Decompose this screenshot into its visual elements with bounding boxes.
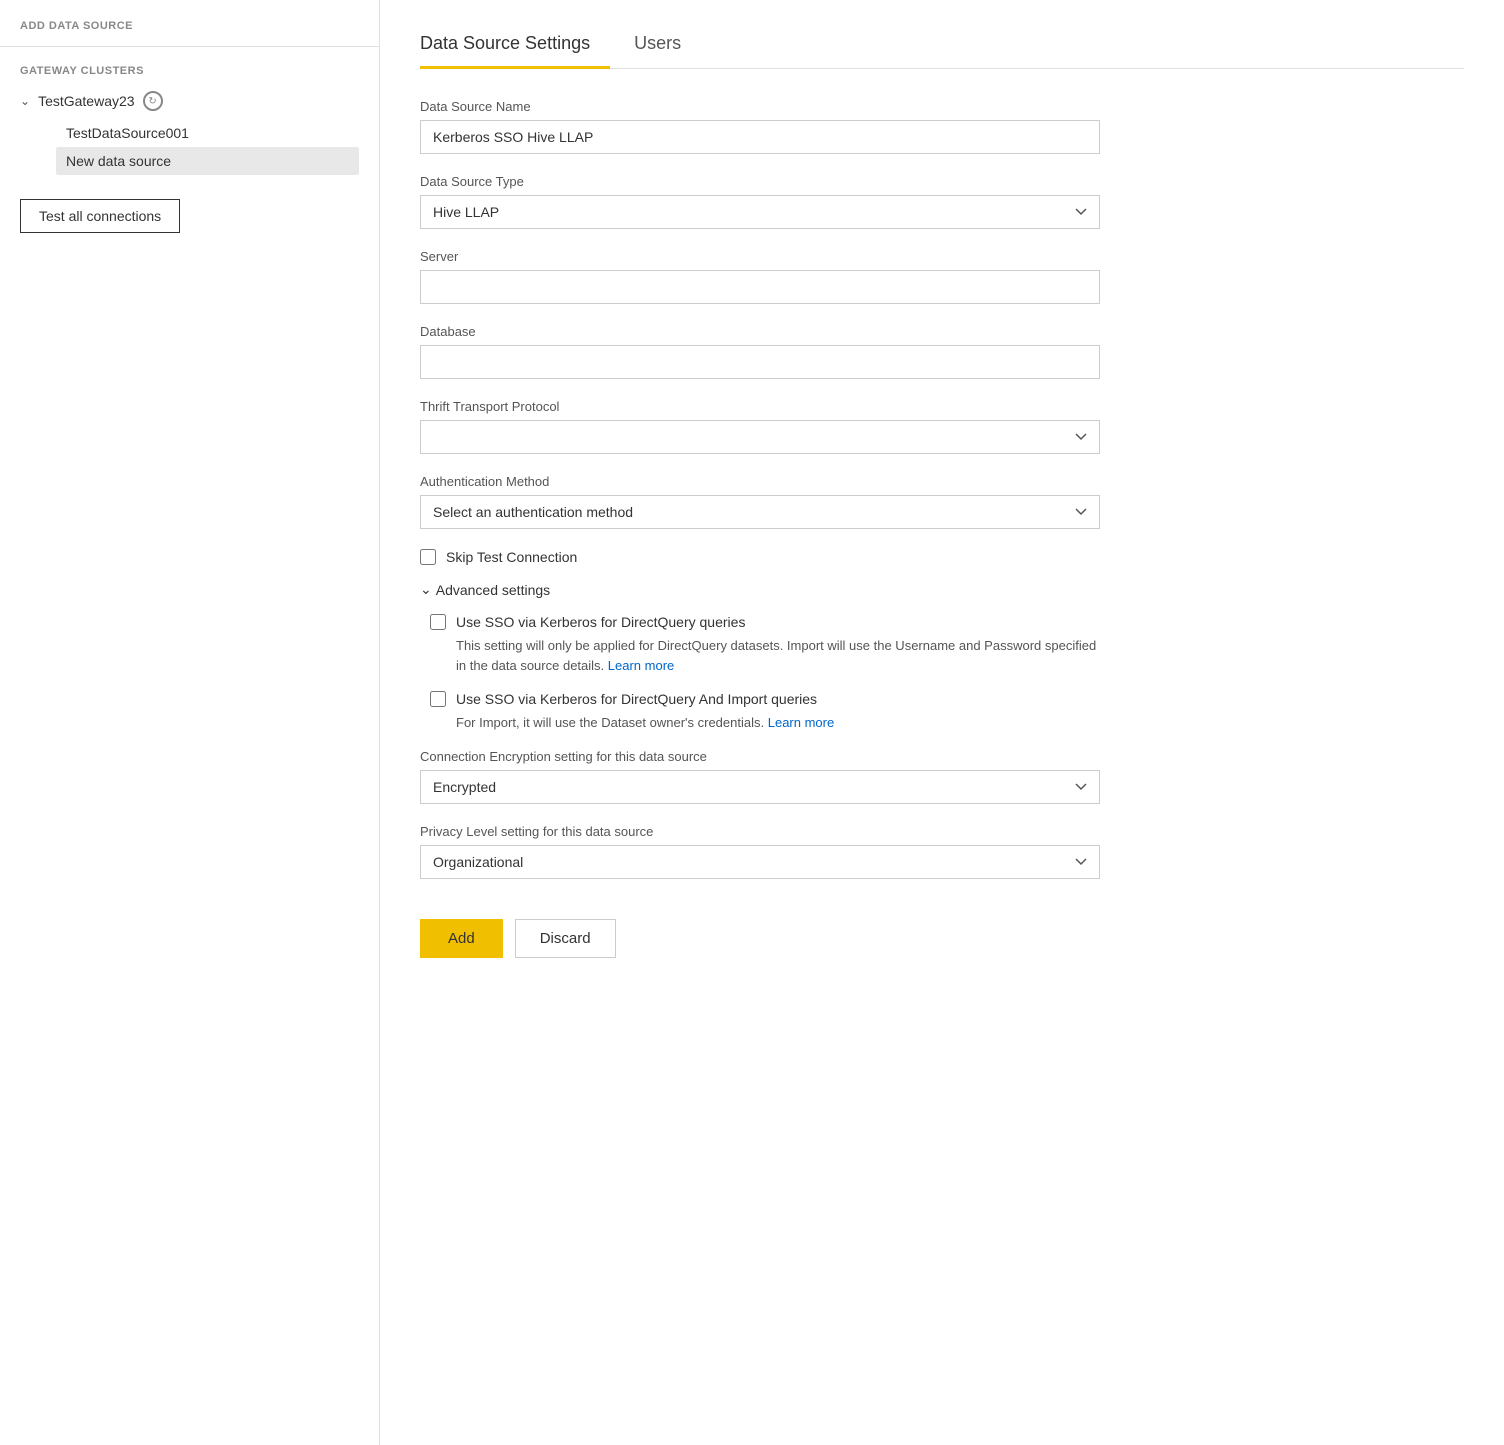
- datasource-type-label: Data Source Type: [420, 174, 1100, 189]
- sso-kerberos-directquery-checkbox[interactable]: [430, 614, 446, 630]
- datasource-name-input[interactable]: [420, 120, 1100, 154]
- gateway-clusters-label: GATEWAY CLUSTERS: [20, 65, 359, 77]
- tab-users[interactable]: Users: [634, 21, 701, 69]
- auth-method-label: Authentication Method: [420, 474, 1100, 489]
- gateway-item[interactable]: ⌄ TestGateway23 ↻: [20, 87, 359, 115]
- database-group: Database: [420, 324, 1100, 379]
- sso-kerberos-directquery-label: Use SSO via Kerberos for DirectQuery que…: [456, 614, 745, 630]
- gateway-name: TestGateway23: [38, 93, 135, 109]
- sidebar-header: ADD DATA SOURCE: [0, 20, 379, 47]
- sso-directquery-row: Use SSO via Kerberos for DirectQuery que…: [430, 614, 1100, 630]
- add-button[interactable]: Add: [420, 919, 503, 958]
- thrift-select[interactable]: [420, 420, 1100, 454]
- tabs: Data Source Settings Users: [420, 20, 1464, 69]
- privacy-level-label: Privacy Level setting for this data sour…: [420, 824, 1100, 839]
- sso-kerberos-import-checkbox[interactable]: [430, 691, 446, 707]
- auth-method-select[interactable]: Select an authentication method: [420, 495, 1100, 529]
- connection-encryption-select[interactable]: Encrypted: [420, 770, 1100, 804]
- skip-test-checkbox[interactable]: [420, 549, 436, 565]
- tab-data-source-settings[interactable]: Data Source Settings: [420, 21, 610, 69]
- datasource-name-group: Data Source Name: [420, 99, 1100, 154]
- auth-method-group: Authentication Method Select an authenti…: [420, 474, 1100, 529]
- discard-button[interactable]: Discard: [515, 919, 616, 958]
- datasource-list: TestDataSource001 New data source: [20, 119, 359, 175]
- advanced-settings-toggle[interactable]: ⌄ Advanced settings: [420, 581, 1100, 598]
- skip-test-row: Skip Test Connection: [420, 549, 1100, 565]
- connection-encryption-group: Connection Encryption setting for this d…: [420, 749, 1100, 804]
- sso-import-row: Use SSO via Kerberos for DirectQuery And…: [430, 691, 1100, 707]
- thrift-group: Thrift Transport Protocol: [420, 399, 1100, 454]
- sso-directquery-option: Use SSO via Kerberos for DirectQuery que…: [430, 614, 1100, 675]
- sso-kerberos-directquery-desc: This setting will only be applied for Di…: [430, 636, 1100, 675]
- gateway-status-icon: ↻: [143, 91, 163, 111]
- sso-kerberos-directquery-link[interactable]: Learn more: [608, 658, 674, 673]
- datasource-item-0[interactable]: TestDataSource001: [56, 119, 359, 147]
- datasource-name-label: Data Source Name: [420, 99, 1100, 114]
- privacy-level-select[interactable]: Organizational: [420, 845, 1100, 879]
- sso-kerberos-import-label: Use SSO via Kerberos for DirectQuery And…: [456, 691, 817, 707]
- datasource-type-group: Data Source Type Hive LLAP: [420, 174, 1100, 229]
- privacy-level-group: Privacy Level setting for this data sour…: [420, 824, 1100, 879]
- connection-encryption-label: Connection Encryption setting for this d…: [420, 749, 1100, 764]
- sso-import-option: Use SSO via Kerberos for DirectQuery And…: [430, 691, 1100, 733]
- server-input[interactable]: [420, 270, 1100, 304]
- datasource-item-1[interactable]: New data source: [56, 147, 359, 175]
- thrift-label: Thrift Transport Protocol: [420, 399, 1100, 414]
- sidebar: ADD DATA SOURCE GATEWAY CLUSTERS ⌄ TestG…: [0, 0, 380, 1445]
- server-group: Server: [420, 249, 1100, 304]
- test-all-connections-button[interactable]: Test all connections: [20, 199, 180, 233]
- sso-kerberos-import-link[interactable]: Learn more: [768, 715, 834, 730]
- database-input[interactable]: [420, 345, 1100, 379]
- skip-test-label: Skip Test Connection: [446, 549, 577, 565]
- form-section: Data Source Name Data Source Type Hive L…: [420, 99, 1100, 958]
- test-btn-container: Test all connections: [0, 175, 379, 257]
- advanced-settings-label: Advanced settings: [436, 582, 550, 598]
- server-label: Server: [420, 249, 1100, 264]
- advanced-content: Use SSO via Kerberos for DirectQuery que…: [420, 614, 1100, 733]
- database-label: Database: [420, 324, 1100, 339]
- action-buttons: Add Discard: [420, 909, 1100, 958]
- gateway-section: GATEWAY CLUSTERS ⌄ TestGateway23 ↻ TestD…: [0, 47, 379, 175]
- datasource-type-select[interactable]: Hive LLAP: [420, 195, 1100, 229]
- chevron-down-icon: ⌄: [420, 581, 432, 598]
- chevron-down-icon: ⌄: [20, 94, 30, 108]
- main-content: Data Source Settings Users Data Source N…: [380, 0, 1504, 1445]
- sso-kerberos-import-desc: For Import, it will use the Dataset owne…: [430, 713, 1100, 733]
